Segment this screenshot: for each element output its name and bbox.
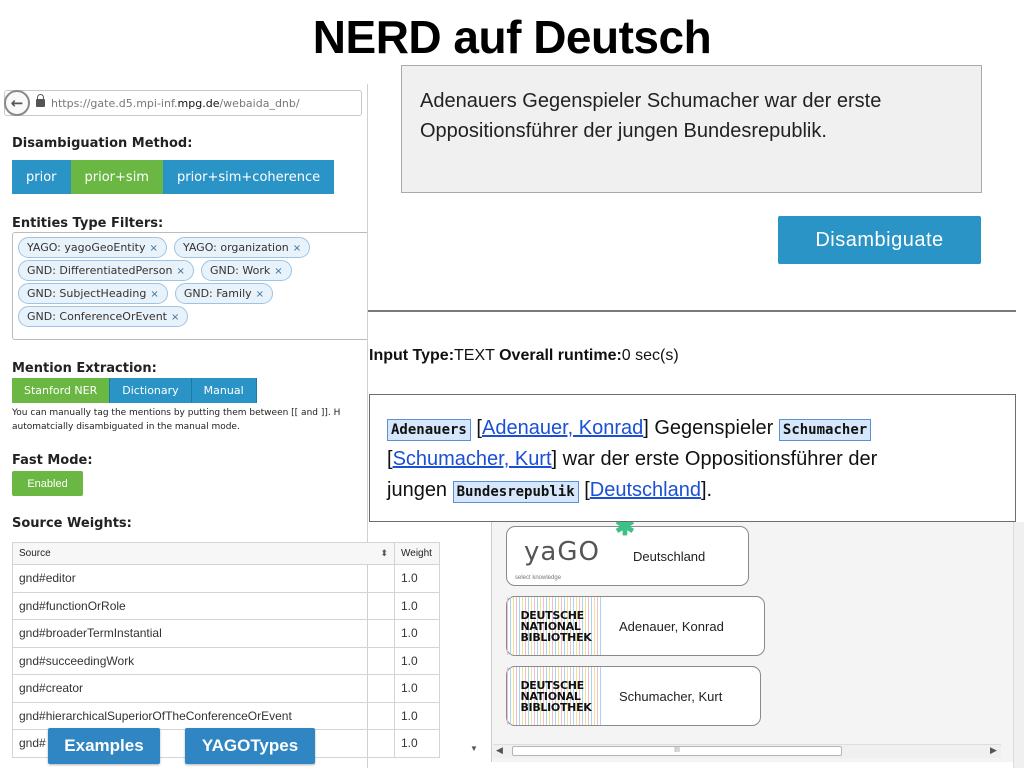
remove-icon[interactable]: × xyxy=(274,266,282,277)
entity-type-filters[interactable]: YAGO: yagoGeoEntity × YAGO: organization ×… xyxy=(12,232,367,340)
table-header-row: Source ⬍ Weight xyxy=(12,542,440,565)
cell-weight[interactable]: 1.0 xyxy=(394,701,440,730)
mention-manual-button[interactable]: Manual xyxy=(191,378,257,403)
remove-icon[interactable]: × xyxy=(150,243,158,254)
mention-stanford-ner-button[interactable]: Stanford NER xyxy=(12,378,111,403)
scroll-left-icon[interactable]: ◀ xyxy=(496,745,503,756)
asterisk-icon: ✱ xyxy=(614,522,635,541)
entity-name: Schumacher, Kurt xyxy=(619,688,723,704)
mention-highlight[interactable]: Adenauers xyxy=(387,419,471,441)
filter-chip[interactable]: GND: ConferenceOrEvent × xyxy=(18,306,189,327)
cell-weight[interactable]: 1.0 xyxy=(394,646,440,675)
cell-weight[interactable]: 1.0 xyxy=(394,729,440,758)
slide-title: NERD auf Deutsch xyxy=(312,11,712,63)
cell-weight[interactable]: 1.0 xyxy=(394,591,440,620)
method-prior-sim-coherence-button[interactable]: prior+sim+coherence xyxy=(162,160,335,194)
entity-card[interactable]: DEUTSCHE NATIONAL BIBLIOTHEK Schumacher, K… xyxy=(506,666,761,726)
table-row[interactable]: gnd#broaderTermInstantial 1.0 xyxy=(12,619,440,648)
dnb-logo: DEUTSCHE NATIONAL BIBLIOTHEK xyxy=(507,667,603,725)
table-row[interactable]: gnd#succeedingWork 1.0 xyxy=(12,646,440,675)
address-bar[interactable]: ← https://gate.d5.mpi-inf.mpg.de/webaida… xyxy=(4,90,362,116)
input-text-area[interactable]: Adenauers Gegenspieler Schumacher war de… xyxy=(401,65,982,193)
remove-icon[interactable]: × xyxy=(176,266,184,277)
disambiguate-button[interactable]: Disambiguate xyxy=(778,216,981,264)
disambiguation-method-group: prior prior+sim prior+sim+coherence xyxy=(12,160,335,194)
entity-filters-heading: Entities Type Filters: xyxy=(12,216,164,231)
scrollbar-thumb[interactable]: III xyxy=(512,746,842,756)
mention-extraction-group: Stanford NER Dictionary Manual xyxy=(12,378,257,403)
filter-chip[interactable]: YAGO: yagoGeoEntity × xyxy=(18,237,167,258)
back-arrow-icon[interactable]: ← xyxy=(4,90,30,116)
column-weight[interactable]: Weight xyxy=(394,542,440,565)
filter-chip[interactable]: YAGO: organization × xyxy=(173,237,311,258)
dnb-logo: DEUTSCHE NATIONAL BIBLIOTHEK xyxy=(507,597,603,655)
entity-name: Deutschland xyxy=(633,548,706,564)
cell-source: gnd#broaderTermInstantial xyxy=(12,619,395,648)
source-weights-heading: Source Weights: xyxy=(12,516,132,531)
filter-chip[interactable]: GND: DifferentiatedPerson × xyxy=(18,260,194,281)
runtime-info: Input Type:TEXT Overall runtime:0 sec(s) xyxy=(369,347,679,364)
filter-chip[interactable]: GND: Family × xyxy=(174,283,274,304)
mention-dictionary-button[interactable]: Dictionary xyxy=(110,378,192,403)
table-row[interactable]: gnd#hierarchicalSuperiorOfTheConferenceO… xyxy=(12,701,440,730)
remove-icon[interactable]: × xyxy=(256,289,264,300)
fast-mode-toggle[interactable]: Enabled xyxy=(12,471,83,496)
table-row[interactable]: gnd#creator 1.0 xyxy=(12,674,440,703)
table-row[interactable]: gnd#functionOrRole 1.0 xyxy=(12,591,440,620)
cell-source: gnd#succeedingWork xyxy=(12,646,395,675)
filter-chip[interactable]: GND: SubjectHeading × xyxy=(18,283,168,304)
mention-note-line1: You can manually tag the mentions by put… xyxy=(12,408,341,418)
mention-highlight[interactable]: Schumacher xyxy=(778,419,872,441)
method-prior-button[interactable]: prior xyxy=(12,160,71,194)
column-source[interactable]: Source ⬍ xyxy=(12,542,395,565)
scroll-down-icon[interactable]: ▼ xyxy=(470,744,478,753)
examples-button[interactable]: Examples xyxy=(48,728,160,764)
table-row[interactable]: gnd#editor 1.0 xyxy=(12,564,440,593)
entity-card[interactable]: yaGO ✱ select knowledge Deutschland xyxy=(506,522,749,586)
url-text: https://gate.d5.mpi-inf.mpg.de/webaida_d… xyxy=(51,96,300,110)
scroll-right-icon[interactable]: ▶ xyxy=(990,745,997,756)
cell-weight[interactable]: 1.0 xyxy=(394,674,440,703)
remove-icon[interactable]: × xyxy=(293,243,301,254)
divider xyxy=(368,310,1016,312)
mention-extraction-heading: Mention Extraction: xyxy=(12,361,157,376)
source-weights-table: Source ⬍ Weight gnd#editor 1.0 gnd#functio… xyxy=(12,542,440,758)
entity-cards-pane: yaGO ✱ select knowledge Deutschland DEUT… xyxy=(491,522,1014,762)
fast-mode-heading: Fast Mode: xyxy=(12,453,93,468)
disambiguation-heading: Disambiguation Method: xyxy=(12,136,193,151)
sort-icon[interactable]: ⬍ xyxy=(380,548,388,559)
entity-name: Adenauer, Konrad xyxy=(619,618,724,634)
cell-source: gnd#functionOrRole xyxy=(12,591,395,620)
mention-note-line2: automatcially disambiguated in the manua… xyxy=(12,422,240,432)
entity-card[interactable]: DEUTSCHE NATIONAL BIBLIOTHEK Adenauer, Kon… xyxy=(506,596,765,656)
cell-weight[interactable]: 1.0 xyxy=(394,564,440,593)
mention-highlight[interactable]: Bundesrepublik xyxy=(452,481,579,503)
cell-weight[interactable]: 1.0 xyxy=(394,619,440,648)
cell-source: gnd#editor xyxy=(12,564,395,593)
entity-link[interactable]: Schumacher, Kurt xyxy=(393,448,552,470)
cell-source: gnd#hierarchicalSuperiorOfTheConferenceO… xyxy=(12,701,395,730)
entity-link[interactable]: Deutschland xyxy=(590,479,701,501)
remove-icon[interactable]: × xyxy=(171,312,179,323)
yagotypes-button[interactable]: YAGOTypes xyxy=(185,728,315,764)
remove-icon[interactable]: × xyxy=(150,289,158,300)
yago-logo: yaGO ✱ select knowledge xyxy=(507,522,635,585)
cell-source: gnd#creator xyxy=(12,674,395,703)
vertical-scrollbar[interactable] xyxy=(1013,522,1024,768)
method-prior-sim-button[interactable]: prior+sim xyxy=(70,160,163,194)
annotated-result: Adenauers [Adenauer, Konrad] Gegenspiele… xyxy=(369,394,1016,522)
lock-icon xyxy=(36,94,45,107)
filter-chip[interactable]: GND: Work × xyxy=(200,260,292,281)
entity-link[interactable]: Adenauer, Konrad xyxy=(482,417,643,439)
